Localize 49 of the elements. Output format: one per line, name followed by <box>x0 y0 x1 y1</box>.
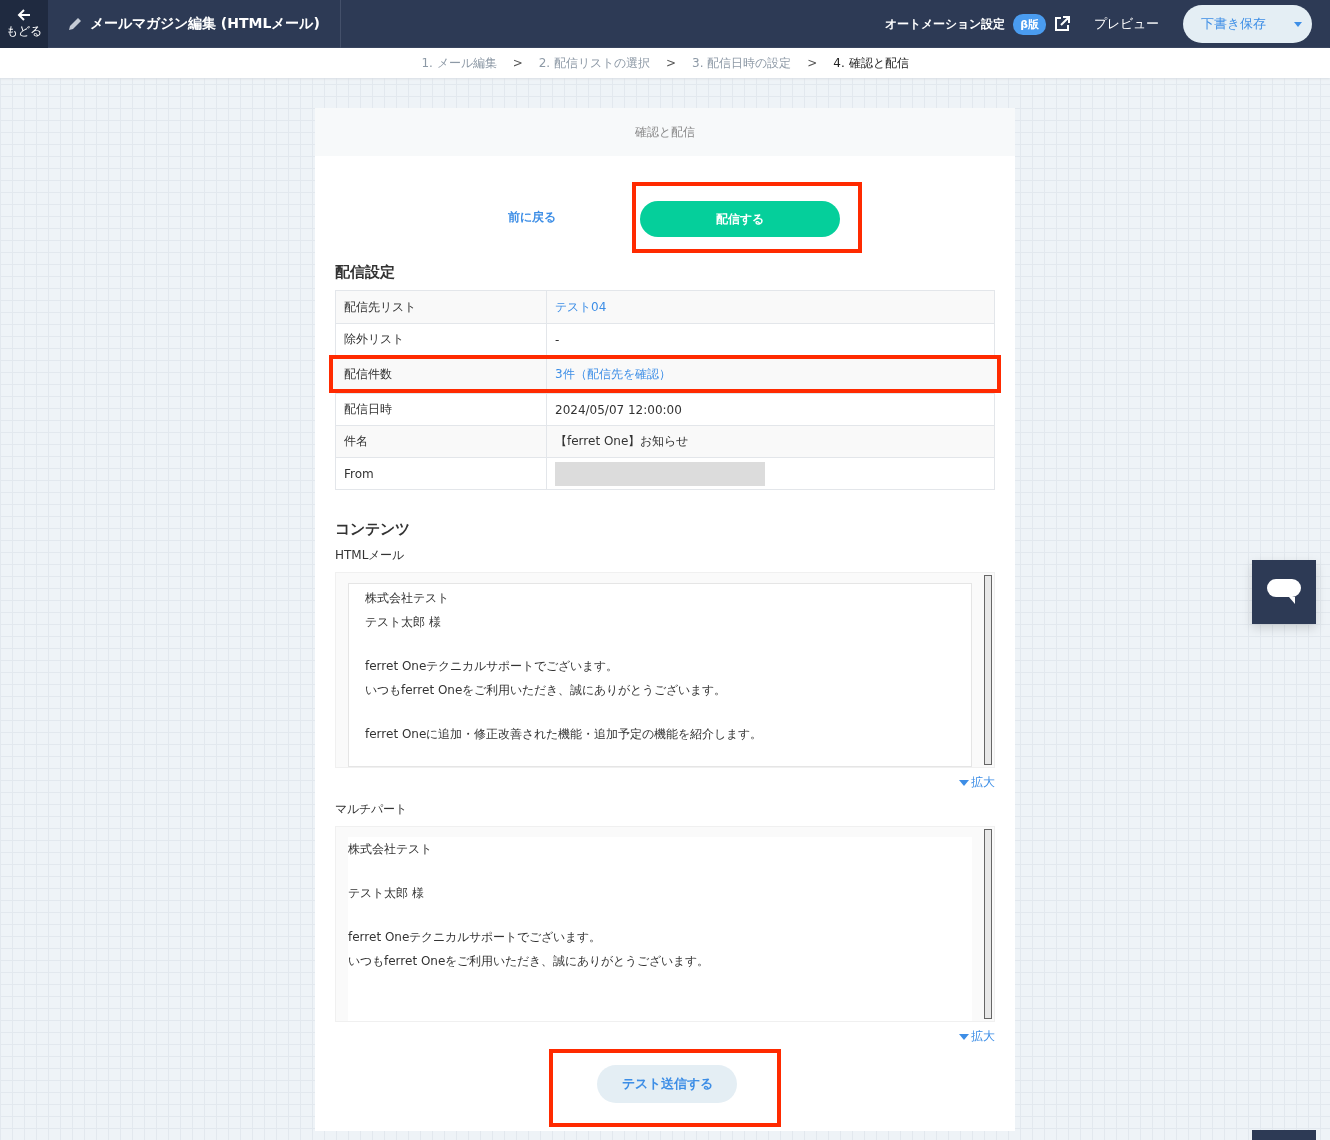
chat-bubble-icon <box>1267 579 1301 605</box>
chat-button[interactable] <box>1252 560 1316 624</box>
expand-link[interactable]: 拡大 <box>959 1028 995 1045</box>
step-link[interactable]: 1. メール編集 <box>421 54 497 72</box>
triangle-icon <box>959 1033 969 1040</box>
table-value: 2024/05/07 12:00:00 <box>555 402 682 417</box>
table-value: - <box>555 332 560 347</box>
expand-link[interactable]: 拡大 <box>959 774 995 791</box>
preview-label: マルチパート <box>335 801 408 818</box>
step-separator: > <box>512 56 523 70</box>
section-heading: 配信設定 <box>335 263 396 282</box>
preview-label: HTMLメール <box>335 547 406 564</box>
email-text: テスト太郎 様 <box>348 885 425 902</box>
step-link[interactable]: 2. 配信リストの選択 <box>538 54 650 72</box>
send-button[interactable]: 配信する <box>640 201 840 237</box>
email-text: ferret Oneテクニカルサポートでございます。 <box>348 929 603 946</box>
table-cell: 配信件数 <box>336 359 547 390</box>
table-cell: From <box>336 458 547 489</box>
triangle-icon <box>959 779 969 786</box>
email-text: テスト太郎 様 <box>365 614 442 631</box>
back-button[interactable]: もどる <box>0 0 48 48</box>
email-text: いつもferret Oneをご利用いただき、誠にありがとうございます。 <box>365 682 728 699</box>
email-text: いつもferret Oneをご利用いただき、誠にありがとうございます。 <box>348 953 711 970</box>
caret-icon <box>1294 21 1302 27</box>
back-link[interactable]: 前に戻る <box>508 209 556 226</box>
step-separator: > <box>665 56 677 70</box>
external-link-icon[interactable] <box>1054 16 1070 32</box>
page-title: メールマガジン編集 (HTMLメール) <box>90 15 320 33</box>
value-link[interactable]: テスト04 <box>555 298 607 316</box>
test-send-button[interactable]: テスト送信する <box>597 1065 737 1103</box>
email-text: ferret Oneに追加・修正改善された機能・追加予定の機能を紹介します。 <box>365 726 764 743</box>
pencil-icon <box>68 17 82 31</box>
scrollbar[interactable] <box>984 575 992 765</box>
section-heading: コンテンツ <box>335 520 411 539</box>
step-link[interactable]: 4. 確認と配信 <box>833 54 909 72</box>
card-title: 確認と配信 <box>635 123 695 141</box>
preview-button[interactable]: プレビュー <box>1088 14 1165 34</box>
step-separator: > <box>807 56 818 70</box>
table-value: 【ferret One】お知らせ <box>555 433 689 450</box>
back-arrow-icon <box>17 8 31 22</box>
email-text: 株式会社テスト <box>365 590 450 607</box>
email-text: ferret Oneテクニカルサポートでございます。 <box>365 658 620 675</box>
email-text: 株式会社テスト <box>348 841 433 858</box>
automation-label: オートメーション設定 <box>885 15 1006 33</box>
step-link[interactable]: 3. 配信日時の設定 <box>692 54 792 72</box>
value-link[interactable]: 3件（配信先を確認） <box>555 366 671 383</box>
save-draft-button[interactable]: 下書き保存 <box>1183 5 1284 43</box>
scrollbar[interactable] <box>984 829 992 1019</box>
beta-badge: β版 <box>1013 13 1046 35</box>
